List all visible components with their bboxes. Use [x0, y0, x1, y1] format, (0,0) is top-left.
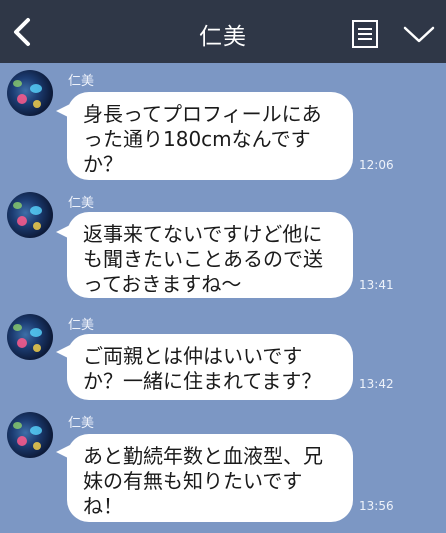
sender-name: 仁美	[68, 416, 95, 431]
message-bubble[interactable]: あと勤続年数と血液型、兄妹の有無も知りたいですね！	[67, 434, 353, 522]
avatar[interactable]	[7, 412, 53, 458]
note-icon	[352, 20, 378, 48]
message-bubble[interactable]: ご両親とは仲はいいですか？一緒に住まれてます？	[67, 334, 353, 400]
message-item: 仁美 返事来てないですけど他にも聞きたいことあるので送っておきますね～ 13:4…	[0, 190, 446, 300]
avatar[interactable]	[7, 70, 53, 116]
sender-name: 仁美	[68, 74, 95, 89]
avatar[interactable]	[7, 314, 53, 360]
memo-button[interactable]	[350, 18, 380, 50]
message-item: 仁美 あと勤続年数と血液型、兄妹の有無も知りたいですね！ 13:56	[0, 410, 446, 530]
message-time: 13:56	[359, 499, 394, 513]
message-item: 仁美 ご両親とは仲はいいですか？一緒に住まれてます？ 13:42	[0, 312, 446, 404]
message-time: 13:42	[359, 377, 394, 391]
message-time: 12:06	[359, 158, 394, 172]
message-item: 仁美 身長ってプロフィールにあった通り180cmなんですか？ 12:06	[0, 68, 446, 183]
menu-dropdown-button[interactable]	[402, 22, 436, 46]
avatar[interactable]	[7, 192, 53, 238]
sender-name: 仁美	[68, 196, 95, 211]
message-bubble[interactable]: 身長ってプロフィールにあった通り180cmなんですか？	[67, 92, 353, 180]
message-bubble[interactable]: 返事来てないですけど他にも聞きたいことあるので送っておきますね～	[67, 212, 353, 298]
message-time: 13:41	[359, 278, 394, 292]
sender-name: 仁美	[68, 318, 95, 333]
chevron-down-icon	[403, 26, 435, 43]
chat-header: 仁美	[0, 0, 446, 63]
